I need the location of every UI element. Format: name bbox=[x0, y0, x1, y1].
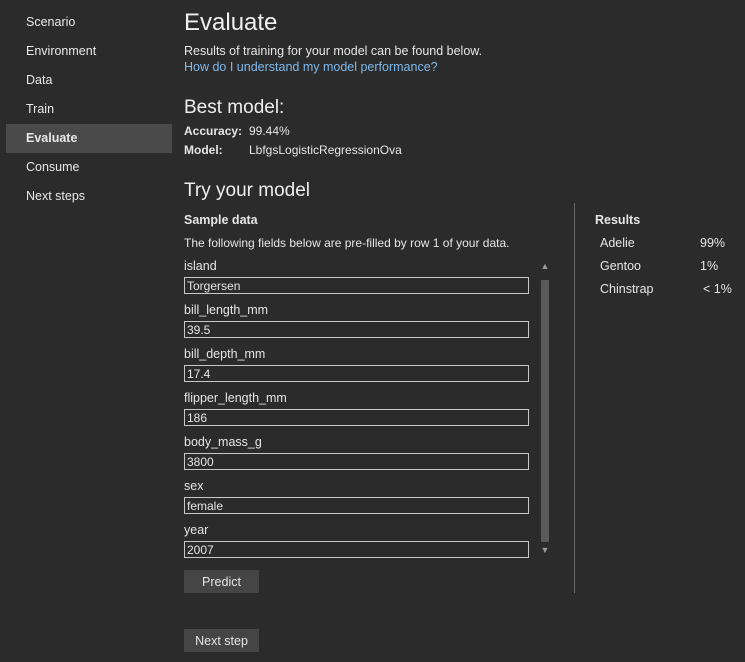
page-title: Evaluate bbox=[184, 9, 278, 36]
model-label: Model: bbox=[184, 143, 223, 157]
scroll-up-arrow-icon[interactable]: ▲ bbox=[538, 259, 552, 273]
sidebar-item-next-steps[interactable]: Next steps bbox=[6, 182, 172, 211]
sample-data-description: The following fields below are pre-fille… bbox=[184, 236, 510, 250]
help-link[interactable]: How do I understand my model performance… bbox=[184, 60, 438, 74]
field-label-body-mass: body_mass_g bbox=[184, 435, 262, 449]
sidebar-item-consume[interactable]: Consume bbox=[6, 153, 172, 182]
result-value-gentoo: 1% bbox=[700, 259, 719, 273]
accuracy-value: 99.44% bbox=[249, 124, 290, 138]
bill-length-input[interactable] bbox=[184, 321, 529, 338]
flipper-length-input[interactable] bbox=[184, 409, 529, 426]
body-mass-input[interactable] bbox=[184, 453, 529, 470]
field-label-bill-depth: bill_depth_mm bbox=[184, 347, 266, 361]
sidebar-nav: Scenario Environment Data Train Evaluate… bbox=[0, 0, 175, 662]
accuracy-label: Accuracy: bbox=[184, 124, 243, 138]
field-label-flipper-length: flipper_length_mm bbox=[184, 391, 287, 405]
next-step-button[interactable]: Next step bbox=[184, 629, 259, 652]
field-label-sex: sex bbox=[184, 479, 204, 493]
results-heading: Results bbox=[595, 213, 641, 227]
page-subtitle: Results of training for your model can b… bbox=[184, 44, 483, 58]
sidebar-item-environment[interactable]: Environment bbox=[6, 37, 172, 66]
field-label-year: year bbox=[184, 523, 209, 537]
result-value-chinstrap: < 1% bbox=[703, 282, 732, 296]
best-model-heading: Best model: bbox=[184, 97, 285, 118]
scroll-down-arrow-icon[interactable]: ▼ bbox=[538, 543, 552, 557]
bill-depth-input[interactable] bbox=[184, 365, 529, 382]
result-value-adelie: 99% bbox=[700, 236, 726, 250]
sidebar-item-data[interactable]: Data bbox=[6, 66, 172, 95]
predict-button[interactable]: Predict bbox=[184, 570, 259, 593]
result-name-chinstrap: Chinstrap bbox=[600, 282, 654, 296]
result-name-adelie: Adelie bbox=[600, 236, 635, 250]
model-value: LbfgsLogisticRegressionOva bbox=[249, 143, 402, 157]
field-label-bill-length: bill_length_mm bbox=[184, 303, 269, 317]
results-divider bbox=[574, 203, 575, 593]
island-input[interactable] bbox=[184, 277, 529, 294]
field-label-island: island bbox=[184, 259, 217, 273]
result-name-gentoo: Gentoo bbox=[600, 259, 642, 273]
scrollbar-thumb[interactable] bbox=[541, 280, 549, 542]
form-scrollbar[interactable]: ▲ ▼ bbox=[538, 259, 552, 557]
sidebar-item-train[interactable]: Train bbox=[6, 95, 172, 124]
year-input[interactable] bbox=[184, 541, 529, 558]
sample-data-label: Sample data bbox=[184, 213, 258, 227]
sex-input[interactable] bbox=[184, 497, 529, 514]
sidebar-item-evaluate[interactable]: Evaluate bbox=[6, 124, 172, 153]
try-model-heading: Try your model bbox=[184, 180, 310, 201]
sidebar-item-scenario[interactable]: Scenario bbox=[6, 8, 172, 37]
